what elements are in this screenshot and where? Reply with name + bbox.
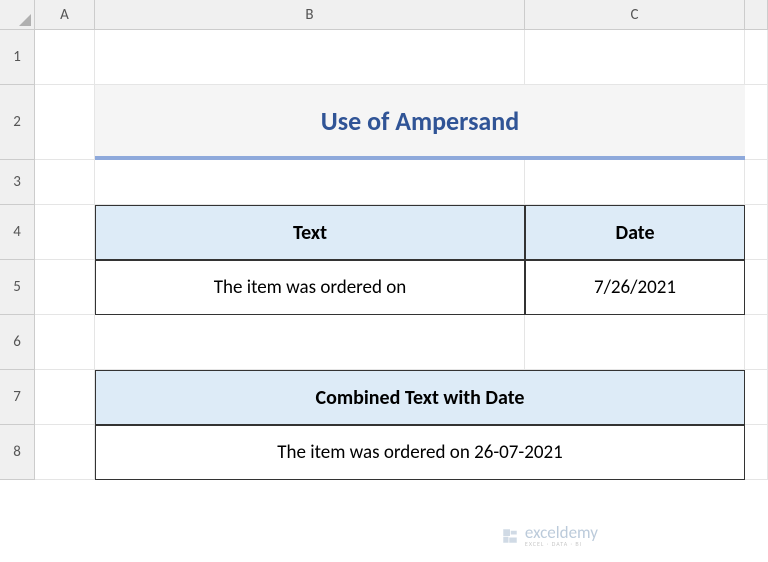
row-header-6[interactable]: 6 [0,315,35,370]
data-text[interactable]: The item was ordered on [95,260,525,315]
header-text[interactable]: Text [95,205,525,260]
cell-a6[interactable] [35,315,95,370]
cell-a5[interactable] [35,260,95,315]
cell-c1[interactable] [525,30,745,85]
col-header-b[interactable]: B [95,0,525,30]
cell-a2[interactable] [35,85,95,160]
cell-d3[interactable] [745,160,768,205]
cell-d6[interactable] [745,315,768,370]
title-cell[interactable]: Use of Ampersand [95,85,745,160]
col-header-a[interactable]: A [35,0,95,30]
watermark-main: exceldemy [525,524,598,541]
watermark: exceldemy EXCEL · DATA · BI [501,524,598,547]
cell-a3[interactable] [35,160,95,205]
select-all-corner[interactable] [0,0,35,30]
spreadsheet-grid: A B C 1 2 Use of Ampersand 3 4 Text Date… [0,0,768,562]
col-header-blank[interactable] [745,0,768,30]
cell-c6[interactable] [525,315,745,370]
row-header-1[interactable]: 1 [0,30,35,85]
cell-a1[interactable] [35,30,95,85]
data-date[interactable]: 7/26/2021 [525,260,745,315]
col-header-c[interactable]: C [525,0,745,30]
cell-a7[interactable] [35,370,95,425]
watermark-sub: EXCEL · DATA · BI [525,541,598,547]
cell-d4[interactable] [745,205,768,260]
row-header-4[interactable]: 4 [0,205,35,260]
cell-c3[interactable] [525,160,745,205]
exceldemy-logo-icon [501,527,519,545]
cell-b6[interactable] [95,315,525,370]
cell-a8[interactable] [35,425,95,480]
cell-d1[interactable] [745,30,768,85]
cell-d5[interactable] [745,260,768,315]
cell-b3[interactable] [95,160,525,205]
combined-header[interactable]: Combined Text with Date [95,370,745,425]
cell-d7[interactable] [745,370,768,425]
row-header-2[interactable]: 2 [0,85,35,160]
cell-d8[interactable] [745,425,768,480]
row-header-7[interactable]: 7 [0,370,35,425]
combined-value[interactable]: The item was ordered on 26-07-2021 [95,425,745,480]
row-header-5[interactable]: 5 [0,260,35,315]
cell-b1[interactable] [95,30,525,85]
row-header-3[interactable]: 3 [0,160,35,205]
row-header-8[interactable]: 8 [0,425,35,480]
cell-d2[interactable] [745,85,768,160]
cell-a4[interactable] [35,205,95,260]
header-date[interactable]: Date [525,205,745,260]
